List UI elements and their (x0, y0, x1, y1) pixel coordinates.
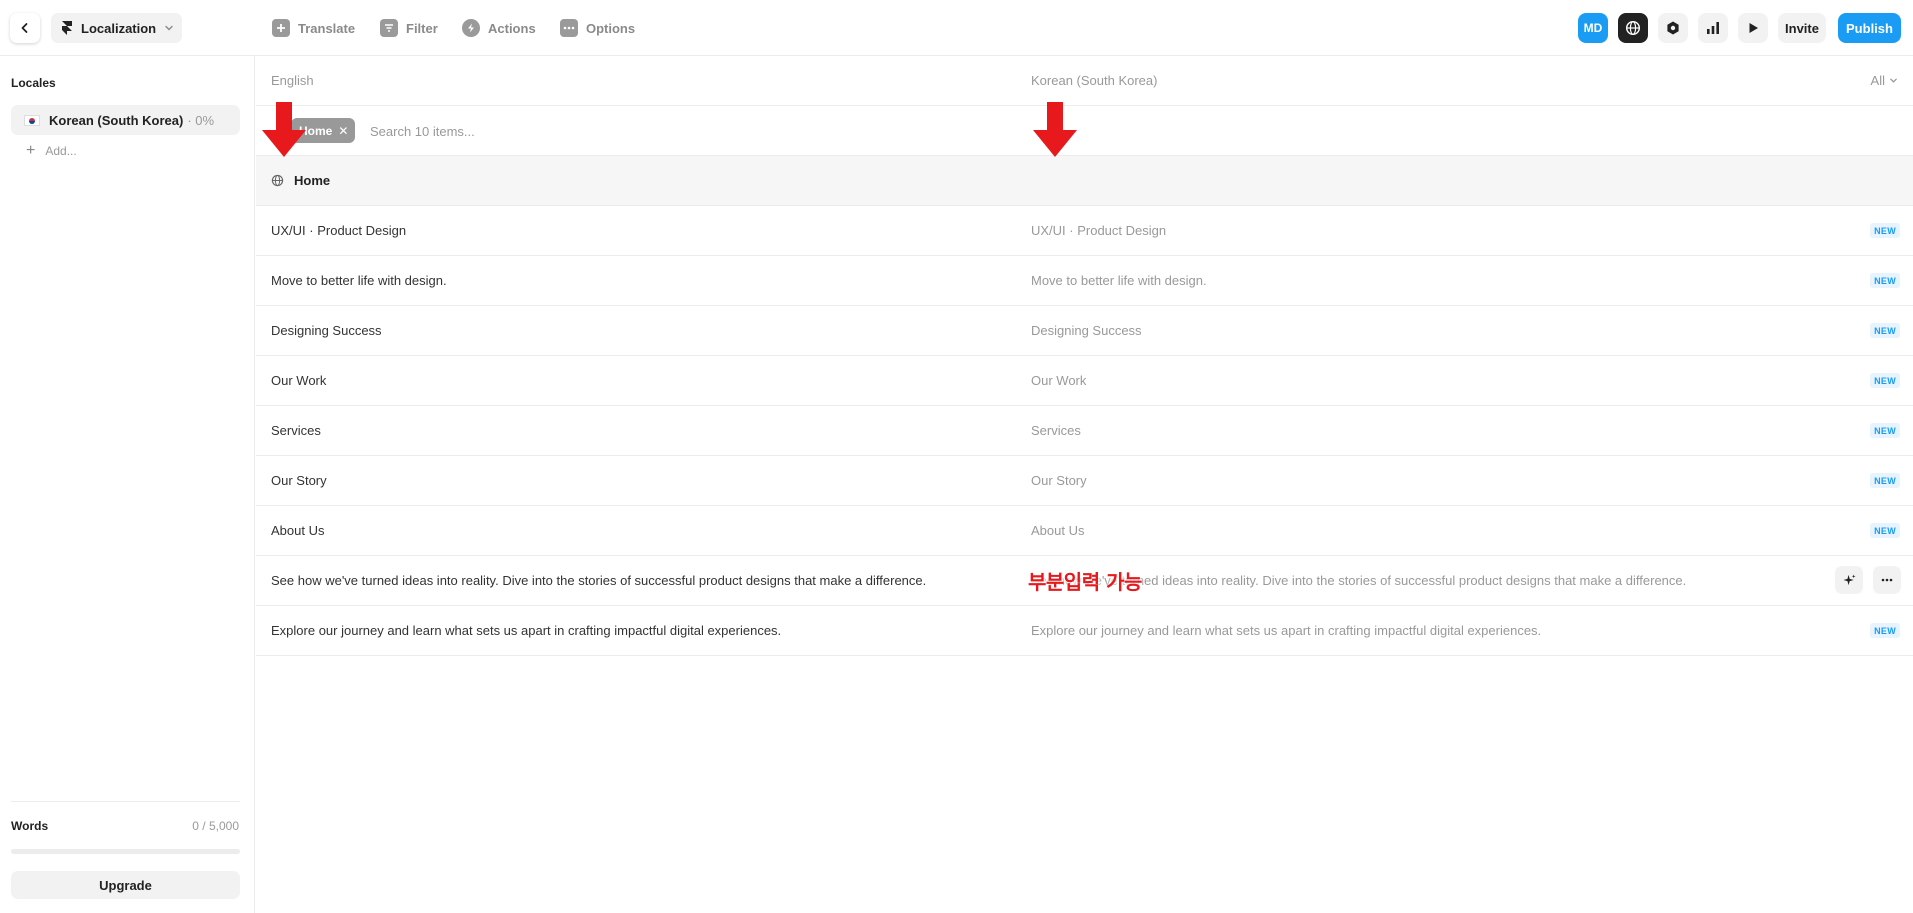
publish-button[interactable]: Publish (1838, 13, 1901, 43)
annotation-arrow-down-icon (262, 102, 306, 157)
group-header: Home (271, 156, 330, 205)
analytics-button[interactable] (1698, 13, 1728, 43)
locale-name: Korean (South Korea) (49, 112, 184, 128)
table-row[interactable]: UX/UI · Product Design UX/UI · Product D… (256, 206, 1913, 256)
source-text: See how we've turned ideas into reality.… (271, 573, 927, 588)
table-row[interactable]: Move to better life with design. Move to… (256, 256, 1913, 306)
invite-button[interactable]: Invite (1778, 13, 1826, 43)
search-input[interactable] (368, 116, 872, 146)
add-locale-button[interactable]: + Add... (26, 142, 77, 159)
play-icon (1749, 23, 1758, 33)
source-text: Designing Success (271, 323, 382, 338)
target-text[interactable]: Designing Success (1031, 306, 1142, 355)
locales-title: Locales (11, 76, 56, 90)
filter-icon (380, 19, 398, 37)
new-badge: NEW (1870, 623, 1900, 638)
options-button[interactable]: Options (560, 15, 635, 41)
source-text: Our Work (271, 373, 327, 388)
new-badge: NEW (1870, 523, 1900, 538)
filter-button[interactable]: Filter (380, 15, 438, 41)
target-text[interactable]: Our Story (1031, 456, 1087, 505)
more-options-button[interactable] (1873, 566, 1901, 594)
locale-progress: · 0% (187, 112, 215, 128)
ai-translate-button[interactable] (1835, 566, 1863, 594)
top-bar: Localization Translate Filter Actions Op… (0, 0, 1913, 56)
new-badge: NEW (1870, 323, 1900, 338)
table-row[interactable]: Explore our journey and learn what sets … (256, 606, 1913, 656)
back-button[interactable] (10, 13, 40, 43)
table-row[interactable]: Our Work Our Work NEW (256, 356, 1913, 406)
chevron-down-icon (165, 25, 173, 31)
annotation-arrow-down-icon (1033, 102, 1077, 157)
chevron-down-icon (1890, 78, 1897, 83)
user-avatar[interactable]: MD (1578, 13, 1608, 43)
project-menu-button[interactable]: Localization (51, 13, 183, 43)
group-row[interactable]: Home (256, 156, 1913, 206)
new-badge: NEW (1870, 223, 1900, 238)
locale-item-korean[interactable]: Korean (South Korea) · 0% (11, 105, 240, 135)
source-language-header: English (271, 73, 314, 88)
new-badge: NEW (1870, 473, 1900, 488)
status-filter-label: All (1870, 73, 1885, 88)
globe-icon (1625, 20, 1641, 36)
locales-sidebar: Locales Korean (South Korea) · 0% + Add.… (0, 56, 255, 913)
source-text: Explore our journey and learn what sets … (271, 623, 782, 638)
new-badge: NEW (1870, 423, 1900, 438)
target-text[interactable]: About Us (1031, 506, 1084, 555)
divider (11, 801, 240, 802)
translate-button[interactable]: Translate (272, 15, 355, 41)
words-count: 0 / 5,000 (192, 819, 239, 833)
preview-button[interactable] (1738, 13, 1768, 43)
translate-label: Translate (298, 20, 356, 36)
table-row[interactable]: About Us About Us NEW (256, 506, 1913, 556)
hexagon-settings-icon (1667, 21, 1679, 35)
table-row[interactable]: Our Story Our Story NEW (256, 456, 1913, 506)
lightning-icon (462, 19, 480, 37)
source-text: Services (271, 423, 321, 438)
target-text[interactable]: Our Work (1031, 356, 1086, 405)
more-dots-icon (1881, 578, 1893, 582)
group-label: Home (294, 173, 331, 188)
more-dots-icon (560, 19, 578, 37)
annotation-label: 부분입력 가능 (1028, 570, 1142, 594)
words-progress-bar (11, 849, 240, 854)
table-row[interactable]: Services Services NEW (256, 406, 1913, 456)
target-text[interactable]: Services (1031, 406, 1081, 455)
localization-toggle-button[interactable] (1618, 13, 1648, 43)
source-text: UX/UI · Product Design (271, 223, 407, 238)
status-filter-dropdown[interactable]: All (1871, 56, 1898, 105)
target-text[interactable]: Move to better life with design. (1031, 256, 1207, 305)
actions-label: Actions (488, 20, 536, 36)
actions-button[interactable]: Actions (462, 15, 536, 41)
korea-flag-icon (24, 114, 40, 126)
search-row: Home ✕ (256, 106, 1913, 156)
target-text[interactable]: UX/UI · Product Design (1031, 206, 1166, 255)
table-row[interactable]: Designing Success Designing Success NEW (256, 306, 1913, 356)
translation-table: English Korean (South Korea) All Home ✕ … (256, 56, 1913, 913)
source-text: About Us (271, 523, 325, 538)
row-actions (1835, 566, 1901, 594)
source-text: Move to better life with design. (271, 273, 447, 288)
new-badge: NEW (1870, 273, 1900, 288)
upgrade-button[interactable]: Upgrade (11, 871, 240, 899)
settings-button[interactable] (1658, 13, 1688, 43)
filter-label: Filter (406, 20, 438, 36)
options-label: Options (586, 20, 636, 36)
target-language-header: Korean (South Korea) (1031, 73, 1158, 88)
plus-square-icon (272, 19, 290, 37)
source-text: Our Story (271, 473, 327, 488)
add-locale-label: Add... (45, 144, 77, 158)
bar-chart-icon (1707, 22, 1719, 34)
target-text[interactable]: Explore our journey and learn what sets … (1031, 606, 1541, 655)
framer-logo-icon (62, 21, 72, 35)
chevron-left-icon (21, 23, 28, 33)
table-header: English Korean (South Korea) All (256, 56, 1913, 106)
plus-icon: + (26, 142, 36, 159)
words-label: Words (11, 819, 49, 833)
project-name: Localization (81, 20, 157, 36)
new-badge: NEW (1870, 373, 1900, 388)
sparkle-icon (1842, 573, 1856, 585)
close-icon[interactable]: ✕ (338, 124, 348, 138)
globe-icon (271, 174, 284, 187)
